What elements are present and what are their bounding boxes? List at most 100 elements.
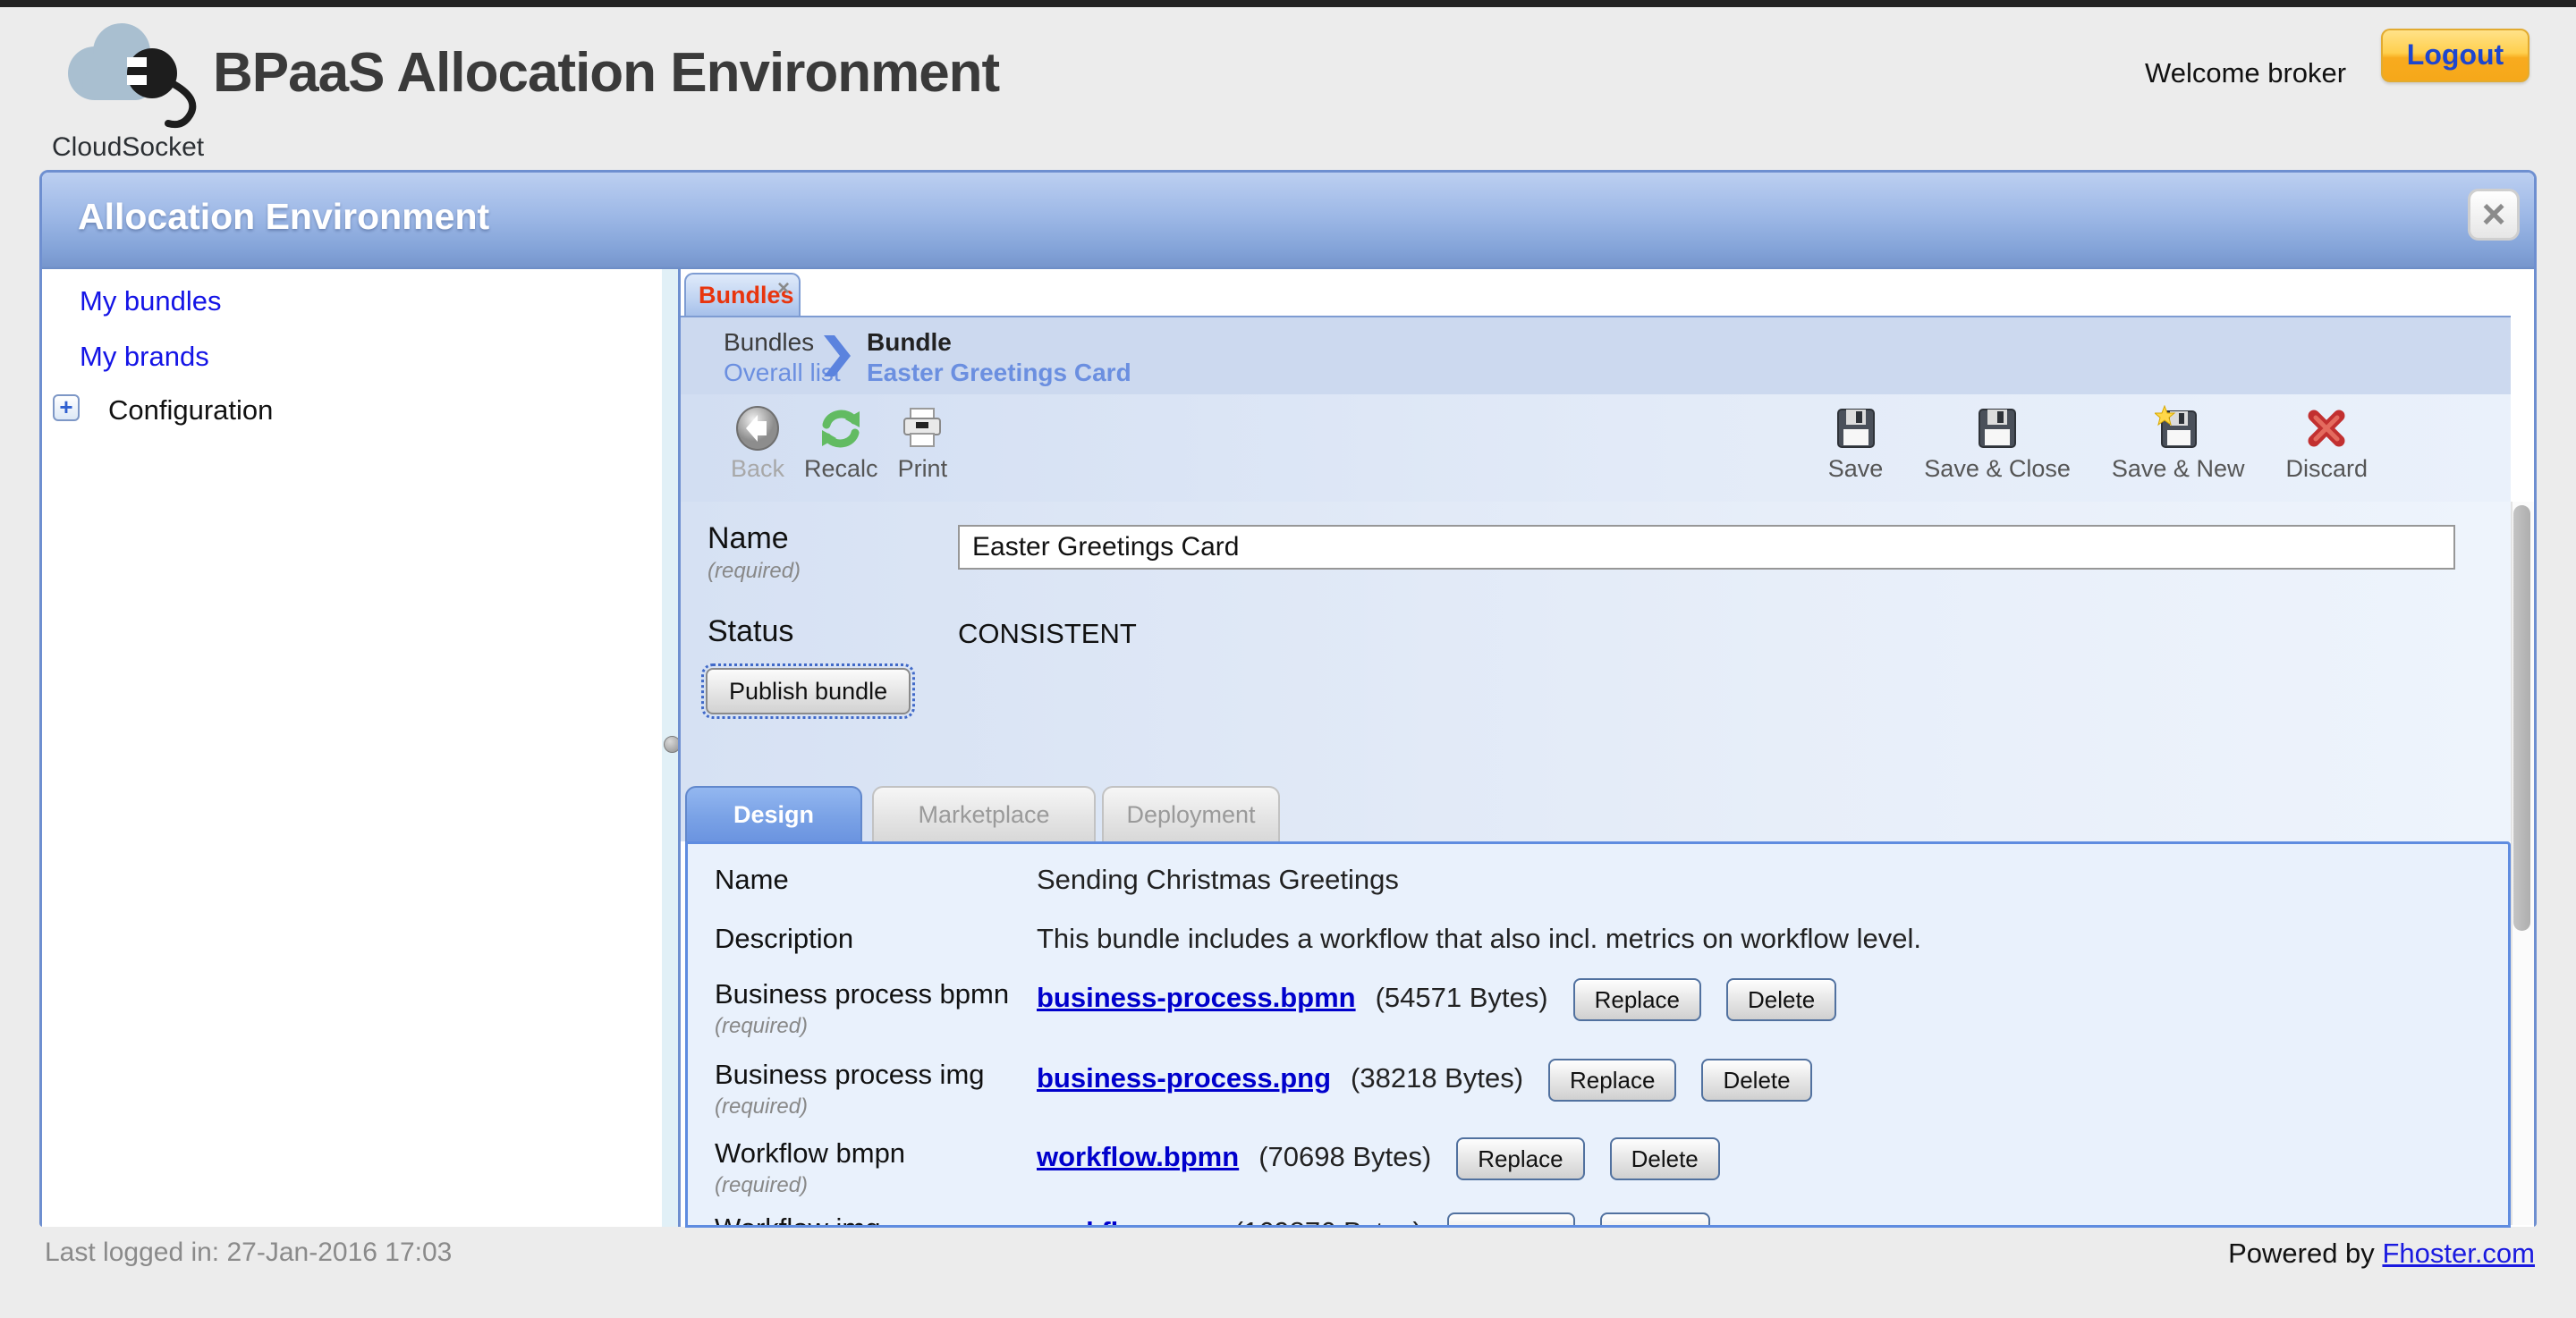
design-package-panel: Name Sending Christmas Greetings Descrip… [685,841,2511,1228]
status-label: Status [708,614,793,649]
save-new-button[interactable]: Save & New [2112,405,2245,483]
red-x-icon [2303,405,2350,452]
file-link[interactable]: workflow.png [1037,1216,1215,1228]
package-description-value: This bundle includes a workflow that als… [1037,923,1921,955]
file-label: Business process bpmn [715,978,1037,1010]
window-title: Allocation Environment [78,196,489,238]
app-header: CloudSocket BPaaS Allocation Environment… [0,7,2576,157]
file-row: Business process bpmn (required) busines… [715,978,2490,1039]
save-close-label: Save & Close [1924,455,2071,483]
package-name-row: Name Sending Christmas Greetings [715,864,2490,896]
file-label: Business process img [715,1059,1037,1091]
file-label: Workflow img [715,1212,1037,1228]
recalc-button[interactable]: Recalc [804,405,878,483]
window-titlebar: Allocation Environment × [42,173,2534,269]
discard-label: Discard [2285,455,2368,483]
floppy-disk-icon [1974,405,2021,452]
publish-bundle-button[interactable]: Publish bundle [706,668,911,714]
document-tabstrip: Bundles × [681,269,2534,316]
file-required-note: (required) [715,1014,1037,1039]
tab-design-package[interactable]: Design package [685,786,862,841]
breadcrumb-level2-title: Bundle [867,328,952,357]
file-required-note: (required) [715,1173,1037,1198]
sidebar-item-my-bundles[interactable]: My bundles [80,285,222,317]
refresh-arrows-icon [818,405,864,452]
window-body: My bundles My brands + Configuration Bun… [42,269,2534,1227]
chevron-right-icon [822,334,852,383]
package-name-label: Name [715,864,1037,896]
brand-label: CloudSocket [52,132,231,163]
save-new-label: Save & New [2112,455,2245,483]
top-strip [0,0,2576,7]
status-value: CONSISTENT [958,618,1137,650]
arrow-left-circle-icon [734,405,781,452]
package-description-row: Description This bundle includes a workf… [715,923,2490,955]
allocation-environment-window: Allocation Environment × My bundles My b… [39,170,2537,1227]
save-button[interactable]: Save [1828,405,1884,483]
sidebar: My bundles My brands + Configuration [42,269,662,1227]
back-label: Back [731,455,784,483]
name-label: Name [708,521,789,556]
last-login-text: Last logged in: 27-Jan-2016 17:03 [45,1238,452,1268]
file-size: (54571 Bytes) [1376,982,1548,1014]
tab-close-icon[interactable]: × [777,276,790,301]
package-description-label: Description [715,923,1037,955]
save-label: Save [1828,455,1884,483]
welcome-text: Welcome broker [2145,57,2346,89]
replace-button[interactable]: Replace [1573,978,1701,1021]
cloud-plug-icon [52,18,213,131]
powered-by: Powered by Fhoster.com [2228,1238,2535,1270]
file-label: Workflow bmpn [715,1137,1037,1170]
file-link[interactable]: business-process.bpmn [1037,982,1356,1014]
tab-marketplace-metadata[interactable]: Marketplace metadata [872,786,1096,841]
cloudsocket-logo: CloudSocket [52,18,213,161]
package-name-value: Sending Christmas Greetings [1037,864,1399,896]
floppy-disk-icon [1833,405,1879,452]
scrollbar-thumb[interactable] [2513,505,2530,931]
delete-button[interactable]: Delete [1600,1212,1710,1228]
file-link[interactable]: workflow.bpmn [1037,1141,1239,1173]
tab-deployment[interactable]: Deployment [1102,786,1280,841]
file-required-note: (required) [715,1094,1037,1119]
delete-button[interactable]: Delete [1610,1137,1720,1180]
print-label: Print [898,455,948,483]
file-size: (38218 Bytes) [1351,1062,1523,1094]
content-area: Bundles × Bundles Overall list Bundle Ea… [678,269,2534,1227]
sidebar-item-configuration[interactable]: Configuration [108,394,273,427]
sidebar-item-my-brands[interactable]: My brands [80,341,209,373]
bundle-head-form: Name (required) Status CONSISTENT Publis… [681,502,2511,841]
printer-icon [899,405,945,452]
name-required-note: (required) [708,559,801,584]
bundle-form: Name (required) Status CONSISTENT Publis… [681,502,2511,1225]
save-close-button[interactable]: Save & Close [1924,405,2071,483]
file-row: Business process img (required) business… [715,1059,2490,1119]
toolbar: Back Recalc [681,394,2511,502]
file-size: (169876 Bytes) [1234,1216,1422,1228]
file-row: Workflow bmpn (required) workflow.bpmn (… [715,1137,2490,1198]
breadcrumb-level2-value: Easter Greetings Card [867,359,1131,387]
page-title: BPaaS Allocation Environment [213,41,999,105]
replace-button[interactable]: Replace [1456,1137,1584,1180]
recalc-label: Recalc [804,455,878,483]
file-link[interactable]: business-process.png [1037,1062,1331,1094]
logout-button[interactable]: Logout [2381,29,2529,82]
powered-by-text: Powered by [2228,1238,2375,1269]
discard-button[interactable]: Discard [2285,405,2368,483]
floppy-disk-star-icon [2155,405,2201,452]
file-size: (70698 Bytes) [1258,1141,1431,1173]
breadcrumb: Bundles Overall list Bundle Easter Greet… [681,316,2511,394]
delete-button[interactable]: Delete [1701,1059,1811,1102]
fhoster-link[interactable]: Fhoster.com [2382,1238,2535,1269]
print-button[interactable]: Print [898,405,948,483]
name-input[interactable] [958,525,2455,570]
breadcrumb-level1-title: Bundles [724,328,814,357]
file-row: Workflow img workflow.png (169876 Bytes)… [715,1212,2490,1228]
window-close-button[interactable]: × [2468,189,2520,241]
delete-button[interactable]: Delete [1726,978,1836,1021]
tab-bundles[interactable]: Bundles × [684,273,801,316]
expand-plus-icon[interactable]: + [53,394,80,421]
close-icon: × [2482,190,2506,237]
replace-button[interactable]: Replace [1447,1212,1575,1228]
replace-button[interactable]: Replace [1548,1059,1676,1102]
back-button[interactable]: Back [731,405,784,483]
